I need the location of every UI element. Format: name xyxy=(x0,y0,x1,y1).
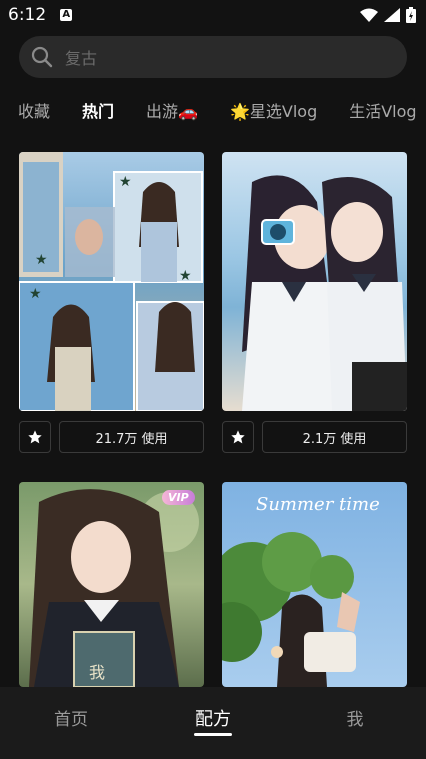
status-time: 6:12 xyxy=(8,5,47,25)
card-thumbnail: 我 xyxy=(19,482,204,687)
svg-text:★: ★ xyxy=(179,268,192,284)
search-input[interactable]: 复古 xyxy=(19,36,407,78)
favorite-button-1[interactable] xyxy=(19,421,51,453)
status-bar: 6:12 A xyxy=(0,0,426,30)
bottom-navigation: 首页 配方 我 xyxy=(0,687,426,759)
template-card-vip-anime-book[interactable]: 我 VIP xyxy=(19,482,204,687)
card-thumbnail xyxy=(222,152,407,411)
notification-icon: A xyxy=(60,9,73,21)
battery-icon xyxy=(406,7,416,23)
use-template-button-1[interactable]: 21.7万 使用 xyxy=(59,421,204,453)
svg-text:★: ★ xyxy=(35,252,48,268)
star-icon xyxy=(231,430,245,444)
template-card-anime-friends[interactable] xyxy=(222,152,407,411)
tab-popular[interactable]: 热门 xyxy=(82,98,114,122)
tab-favorites[interactable]: 收藏 xyxy=(18,98,50,122)
card-thumbnail: ★ ★ ★ ★ xyxy=(19,152,204,411)
nav-home[interactable]: 首页 xyxy=(0,687,142,759)
wifi-icon xyxy=(360,8,378,22)
star-icon xyxy=(28,430,42,444)
svg-text:★: ★ xyxy=(119,174,132,190)
tab-life-vlog[interactable]: 生活Vlog xyxy=(349,98,416,122)
tab-travel[interactable]: 出游🚗 xyxy=(146,98,198,122)
nav-me[interactable]: 我 xyxy=(284,687,426,759)
search-icon xyxy=(31,46,53,68)
signal-icon xyxy=(384,8,400,22)
svg-text:我: 我 xyxy=(89,663,105,682)
favorite-button-2[interactable] xyxy=(222,421,254,453)
template-card-beach-collage[interactable]: ★ ★ ★ ★ xyxy=(19,152,204,411)
summer-time-overlay-text: Summer time xyxy=(256,494,380,515)
vip-badge: VIP xyxy=(162,490,195,505)
use-template-button-2[interactable]: 2.1万 使用 xyxy=(262,421,407,453)
search-placeholder: 复古 xyxy=(65,49,98,68)
category-tabs: 收藏 热门 出游🚗 🌟星选Vlog 生活Vlog xyxy=(0,95,426,125)
nav-recipes[interactable]: 配方 xyxy=(142,687,284,759)
svg-text:★: ★ xyxy=(29,286,42,302)
tab-featured-vlog[interactable]: 🌟星选Vlog xyxy=(230,98,317,122)
template-card-summer-time[interactable]: Summer time xyxy=(222,482,407,687)
